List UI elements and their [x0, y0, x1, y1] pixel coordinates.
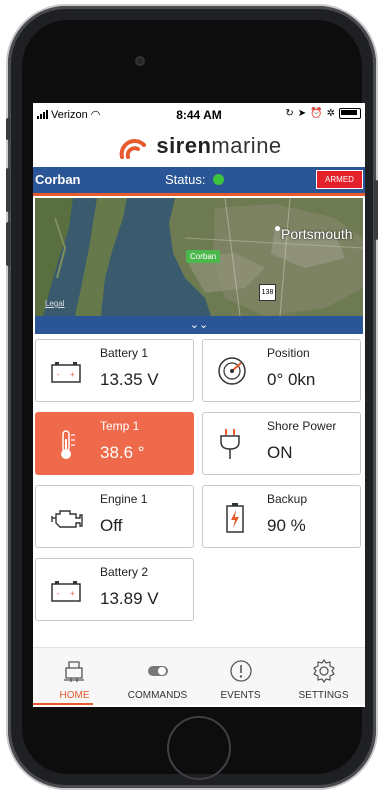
location-icon: ➤ — [297, 108, 307, 119]
tile-shore-power[interactable]: Shore Power ON — [202, 412, 361, 475]
mute-switch — [6, 118, 10, 140]
tile-value: 13.35 V — [100, 370, 159, 389]
svg-text:+: + — [70, 589, 75, 598]
battery-icon: - + — [51, 362, 81, 383]
engine-icon — [51, 510, 83, 528]
bluetooth-icon: ✲ — [326, 108, 335, 119]
svg-text:-: - — [57, 589, 60, 598]
status-label: Status: — [165, 172, 206, 187]
svg-text:+: + — [70, 370, 75, 379]
armed-button[interactable]: ARMED — [316, 170, 363, 189]
tile-title: Backup — [267, 492, 308, 506]
power-button — [374, 180, 378, 240]
map-collapse-toggle[interactable]: ⌄⌄ — [35, 316, 363, 334]
brand-wordmark: sirenmarine — [156, 133, 282, 158]
route-shield-icon: 138 — [259, 284, 276, 301]
active-tab-indicator — [33, 703, 93, 705]
toggle-icon — [148, 666, 168, 676]
tile-value: Off — [100, 516, 123, 535]
tab-settings[interactable]: SETTINGS — [282, 648, 365, 705]
map-legal-link[interactable]: Legal — [45, 299, 65, 308]
front-camera — [135, 56, 145, 66]
tab-events[interactable]: EVENTS — [199, 648, 282, 705]
status-indicator-icon — [213, 174, 224, 185]
gear-icon — [313, 658, 335, 684]
tile-backup[interactable]: Backup 90 % — [202, 485, 361, 548]
boat-home-icon — [64, 661, 84, 682]
tab-label: SETTINGS — [298, 690, 349, 701]
tile-title: Engine 1 — [100, 492, 148, 506]
tab-label: COMMANDS — [127, 690, 188, 701]
brand-header: sirenmarine — [33, 125, 365, 167]
tile-value: 90 % — [267, 516, 306, 535]
tab-label: EVENTS — [220, 690, 261, 701]
thermometer-icon — [61, 430, 75, 459]
status-bar: Verizon ◠ 8:44 AM ↻ ➤ ⏰ ✲ — [33, 103, 365, 125]
map-place-label: Portsmouth — [281, 226, 353, 242]
plug-icon — [220, 429, 240, 459]
lock-rotation-icon: ↻ — [285, 108, 294, 119]
map-place-marker-icon — [275, 226, 280, 231]
bottom-tab-bar: HOME COMMANDS EVENTS SETTINGS — [33, 647, 365, 705]
tile-title: Temp 1 — [100, 419, 140, 433]
battery-status-icon — [339, 108, 361, 119]
tile-value: 0° 0kn — [267, 370, 316, 389]
tile-title: Battery 1 — [100, 346, 149, 360]
volume-down-button — [6, 222, 10, 266]
alert-circle-icon — [230, 660, 252, 682]
alarm-icon: ⏰ — [310, 108, 323, 119]
tab-commands[interactable]: COMMANDS — [116, 648, 199, 705]
tile-title: Battery 2 — [100, 565, 149, 579]
tile-value: ON — [267, 443, 293, 462]
home-hardware-button[interactable] — [167, 716, 231, 780]
battery-icon: - + — [51, 581, 81, 602]
tile-value: 13.89 V — [100, 589, 159, 608]
vessel-name[interactable]: Corban — [35, 172, 81, 187]
app-screen: Verizon ◠ 8:44 AM ↻ ➤ ⏰ ✲ sirenmarine Co… — [33, 103, 365, 707]
tile-title: Position — [267, 346, 310, 360]
svg-text:-: - — [57, 370, 60, 379]
gauge-icon — [218, 357, 246, 385]
vessel-map-pin[interactable]: Corban — [186, 250, 221, 263]
vessel-status-bar: Corban Status: ARMED — [33, 167, 365, 196]
backup-battery-icon — [226, 503, 244, 533]
tile-engine-1[interactable]: Engine 1 Off — [35, 485, 194, 548]
tile-temp-1[interactable]: Temp 1 38.6 ° — [35, 412, 194, 475]
volume-up-button — [6, 168, 10, 212]
vessel-map[interactable]: Portsmouth Corban 138 Legal — [35, 198, 363, 316]
tab-home[interactable]: HOME — [33, 648, 116, 705]
tile-battery-1[interactable]: - + Battery 1 13.35 V — [35, 339, 194, 402]
tile-title: Shore Power — [267, 419, 337, 433]
tile-battery-2[interactable]: - + Battery 2 13.89 V — [35, 558, 194, 621]
tab-label: HOME — [59, 690, 90, 701]
siren-logo-icon — [119, 139, 147, 159]
tile-value: 38.6 ° — [100, 443, 145, 462]
double-chevron-down-icon: ⌄⌄ — [189, 319, 209, 331]
tile-position[interactable]: Position 0° 0kn — [202, 339, 361, 402]
